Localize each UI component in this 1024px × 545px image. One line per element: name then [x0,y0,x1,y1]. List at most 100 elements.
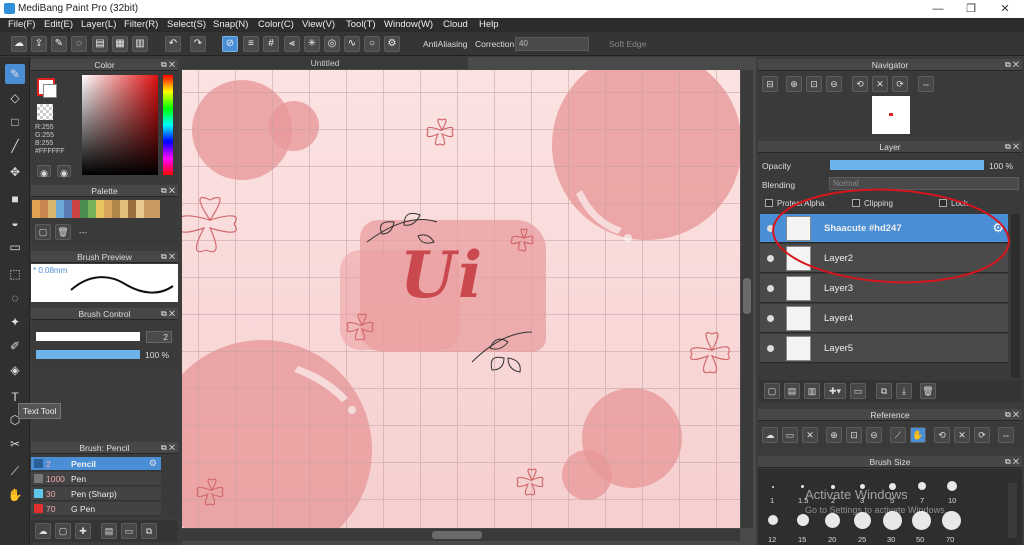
menu-tool[interactable]: Tool(T) [346,19,376,30]
brush-size-scrollbar[interactable] [1008,483,1017,538]
minimize-button[interactable]: — [923,1,953,17]
eye-icon[interactable] [767,315,774,322]
panel-close-icon[interactable]: ⧉ ✕ [1005,456,1019,468]
zoom-out-icon[interactable]: ⊖ [826,76,842,92]
radial-snap-icon[interactable]: ✳ [304,36,320,52]
cloud-brush-icon[interactable]: ☁ [35,523,51,539]
color-picker-icon[interactable]: ◉ [37,165,51,178]
menu-window[interactable]: Window(W) [384,19,433,30]
brush-item[interactable]: 1000 Pen [31,472,161,486]
menu-help[interactable]: Help [479,19,499,30]
close-reference-icon[interactable]: ✕ [802,427,818,443]
color-saturation-field[interactable] [82,75,158,175]
bucket-tool-icon[interactable]: ◒ [5,213,25,233]
size-dot[interactable] [801,485,804,488]
lasso-tool-icon[interactable]: ◌ [5,288,25,308]
panel-close-icon[interactable]: ⧉ ✕ [1005,59,1019,71]
comic-icon[interactable]: ▦ [112,36,128,52]
reference-zoom-in-icon[interactable]: ⊕ [826,427,842,443]
add-layer-menu-icon[interactable]: ✚▾ [824,383,846,399]
zoom-actual-icon[interactable]: ⊡ [806,76,822,92]
add-brush-icon[interactable]: ✚ [75,523,91,539]
size-dot[interactable] [947,481,957,491]
snap-off-icon[interactable]: ⊘ [222,36,238,52]
new-layer-icon[interactable]: ▢ [764,383,780,399]
panel-close-icon[interactable]: ⧉ ✕ [161,59,175,71]
reference-flip-icon[interactable]: ⇔ [998,427,1014,443]
brush-item[interactable]: 30 Pen (Sharp) [31,487,161,501]
select-pen-tool-icon[interactable]: ✐ [5,336,25,356]
horizontal-scroll-thumb[interactable] [432,531,482,539]
gear-icon[interactable]: ⚙ [149,458,157,469]
grid-snap-icon[interactable]: # [263,36,279,52]
upload-icon[interactable]: ⇪ [31,36,47,52]
panel-close-icon[interactable]: ⧉ ✕ [161,185,175,197]
layer-item[interactable]: Layer5 [760,334,1008,363]
size-dot[interactable] [825,513,840,528]
close-button[interactable]: ✕ [990,1,1020,17]
layer-opacity-slider[interactable] [830,160,984,170]
navigator-thumbnail[interactable] [872,96,910,134]
menu-layer[interactable]: Layer(L) [81,19,116,30]
brush-item[interactable]: 2 Pencil ⚙ [31,457,161,471]
drawing-canvas[interactable]: Ui [182,70,740,528]
menu-cloud[interactable]: Cloud [443,19,468,30]
new-8bit-layer-icon[interactable]: ▥ [804,383,820,399]
copy-brush-icon[interactable]: ▤ [101,523,117,539]
background-color-swatch[interactable] [43,84,57,98]
size-dot[interactable] [797,514,809,526]
zoom-fit-icon[interactable]: ⊟ [762,76,778,92]
comment-icon[interactable]: ✎ [51,36,67,52]
eyedropper-tool-icon[interactable]: ⟋ [5,461,25,481]
concentric-snap-icon[interactable]: ◎ [324,36,340,52]
menu-filter[interactable]: Filter(R) [124,19,158,30]
divide-tool-icon[interactable]: ✂ [5,434,25,454]
brush-tool-icon[interactable]: ✎ [5,64,25,84]
rectangle-tool-icon[interactable]: □ [5,112,25,132]
gradient-tool-icon[interactable]: ▭ [5,237,25,257]
menu-edit[interactable]: Edit(E) [44,19,73,30]
panel-close-icon[interactable]: ⧉ ✕ [161,251,175,263]
maximize-button[interactable]: ❐ [956,1,986,17]
speech-icon[interactable]: ◌ [71,36,87,52]
palette-swatches[interactable] [32,200,160,218]
size-dot[interactable] [918,482,926,490]
document-icon[interactable]: ▤ [92,36,108,52]
reference-hand-icon[interactable]: ✋ [910,427,926,443]
hand-tool-icon[interactable]: ✋ [5,485,25,505]
brush-size-value[interactable]: 2 [146,331,172,343]
size-dot[interactable] [772,486,774,488]
rotate-right-icon[interactable]: ⟳ [892,76,908,92]
grid-panel-icon[interactable]: ▥ [132,36,148,52]
undo-icon[interactable]: ↶ [165,36,181,52]
correction-select[interactable]: 40 [515,37,589,51]
panel-close-icon[interactable]: ⧉ ✕ [161,308,175,320]
select-eraser-tool-icon[interactable]: ◈ [5,360,25,380]
eraser-tool-icon[interactable]: ◇ [5,88,25,108]
brush-item[interactable]: 70 G Pen [31,502,161,516]
circle-snap-icon[interactable]: ○ [364,36,380,52]
menu-select[interactable]: Select(S) [167,19,206,30]
folder-layer-icon[interactable]: ▭ [850,383,866,399]
vertical-scroll-thumb[interactable] [743,278,751,314]
duplicate-layer-icon[interactable]: ⧉ [876,383,892,399]
flip-icon[interactable]: ⇔ [918,76,934,92]
folder-brush-icon[interactable]: ▭ [121,523,137,539]
color-add-icon[interactable]: ◉ [57,165,71,178]
perspective-snap-icon[interactable]: ⫷ [284,36,300,52]
curve-snap-icon[interactable]: ∿ [344,36,360,52]
horizontal-scrollbar[interactable] [182,529,740,541]
reference-zoom-out-icon[interactable]: ⊖ [866,427,882,443]
brush-opacity-slider[interactable] [36,350,140,359]
brush-size-slider[interactable] [36,332,140,341]
zoom-in-icon[interactable]: ⊕ [786,76,802,92]
size-dot[interactable] [768,515,778,525]
cloud-icon[interactable]: ☁ [11,36,27,52]
panel-close-icon[interactable]: ⧉ ✕ [161,442,175,454]
delete-palette-icon[interactable]: 🗑 [55,224,71,240]
reference-reset-icon[interactable]: ✕ [954,427,970,443]
eye-icon[interactable] [767,345,774,352]
redo-icon[interactable]: ↷ [190,36,206,52]
menu-snap[interactable]: Snap(N) [213,19,248,30]
hue-slider[interactable] [163,75,173,175]
